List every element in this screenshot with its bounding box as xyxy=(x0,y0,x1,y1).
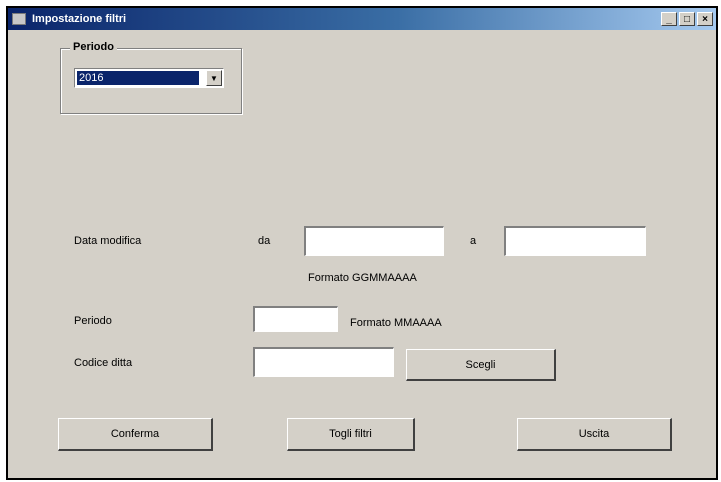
conferma-button[interactable]: Conferma xyxy=(58,418,213,451)
filter-settings-window: Impostazione filtri _ □ × Periodo 2016 ▼… xyxy=(6,6,718,480)
periodo-input[interactable] xyxy=(253,306,338,332)
chevron-down-icon[interactable]: ▼ xyxy=(206,70,222,86)
periodo-format-hint: Formato MMAAAA xyxy=(350,317,442,329)
maximize-icon[interactable]: □ xyxy=(679,12,695,26)
date-from-label: da xyxy=(258,235,271,247)
window-title: Impostazione filtri xyxy=(32,13,127,25)
periodo-label: Periodo xyxy=(74,315,112,327)
togli-filtri-button[interactable]: Togli filtri xyxy=(287,418,415,451)
periodo-select[interactable]: 2016 ▼ xyxy=(74,68,224,88)
title-bar[interactable]: Impostazione filtri _ □ × xyxy=(8,8,716,30)
periodo-select-value: 2016 xyxy=(77,71,199,85)
minimize-icon[interactable]: _ xyxy=(661,12,677,26)
periodo-group-legend: Periodo xyxy=(70,41,117,53)
date-format-hint: Formato GGMMAAAA xyxy=(308,272,417,284)
date-to-label: a xyxy=(470,235,477,247)
close-icon[interactable]: × xyxy=(697,12,713,26)
window-controls: _ □ × xyxy=(659,12,713,26)
codice-ditta-input[interactable] xyxy=(253,347,394,377)
data-modifica-label: Data modifica xyxy=(74,235,142,247)
date-to-input[interactable] xyxy=(504,226,646,256)
app-icon xyxy=(12,13,26,25)
codice-ditta-label: Codice ditta xyxy=(74,357,133,369)
scegli-button[interactable]: Scegli xyxy=(406,349,556,381)
uscita-button[interactable]: Uscita xyxy=(517,418,672,451)
date-from-input[interactable] xyxy=(304,226,444,256)
